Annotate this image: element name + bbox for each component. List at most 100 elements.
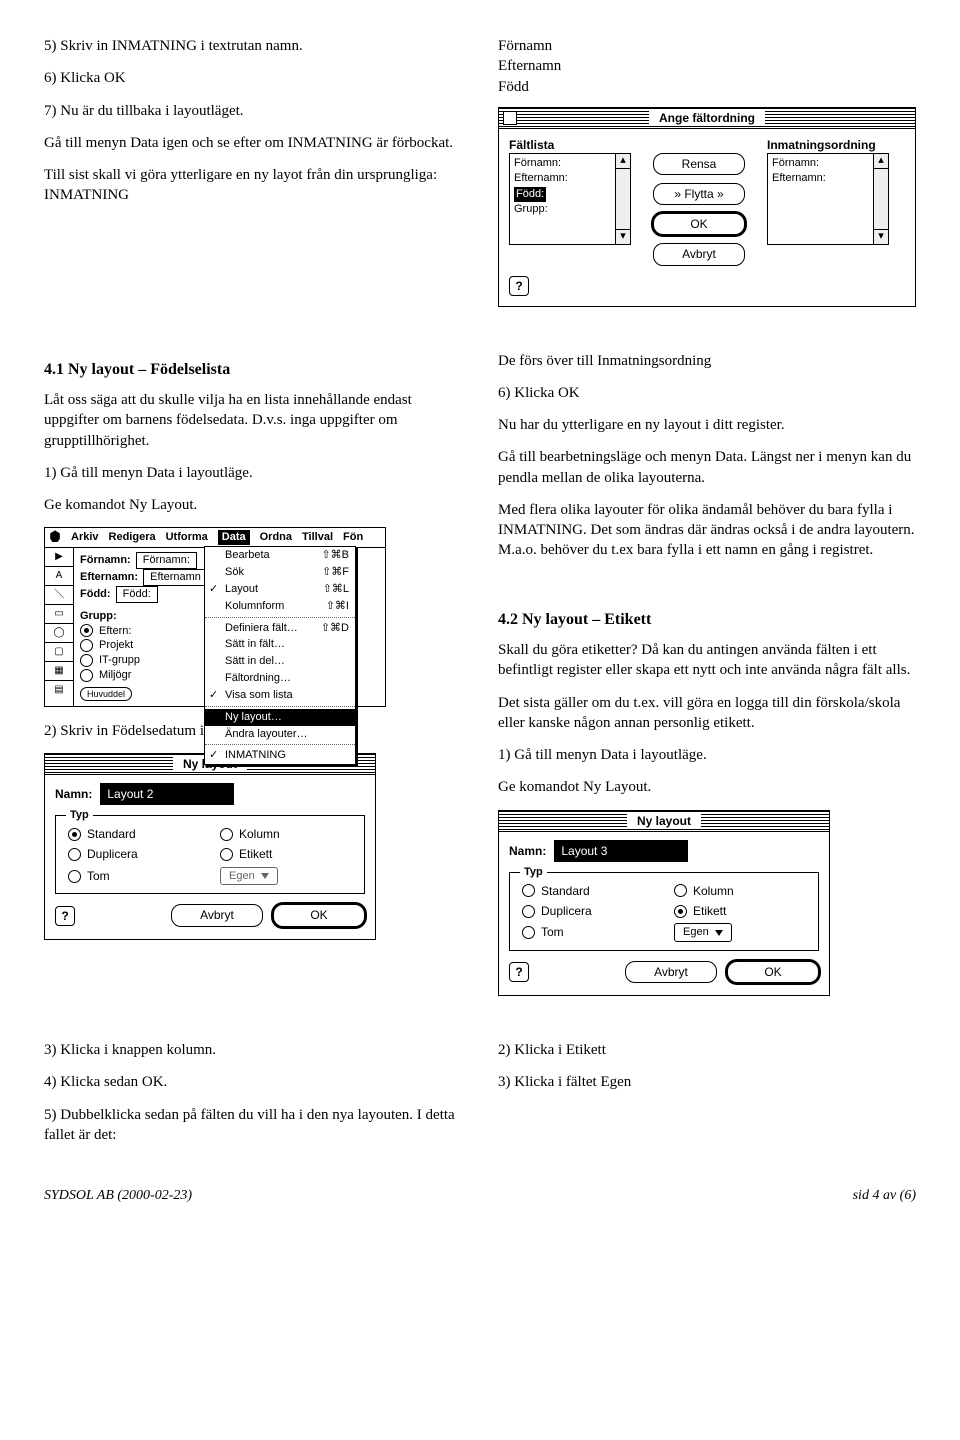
- cancel-button[interactable]: Avbryt: [171, 904, 263, 926]
- section-41-p1: Låt oss säga att du skulle vilja ha en l…: [44, 390, 462, 451]
- list-item[interactable]: Efternamn:: [772, 171, 884, 186]
- menu-item-satt-in-del[interactable]: Sätt in del…: [205, 653, 355, 670]
- rect-tool-icon[interactable]: ▭: [45, 605, 73, 624]
- radio-icon[interactable]: [80, 639, 93, 652]
- menu-arkiv[interactable]: Arkiv: [71, 530, 99, 545]
- close-icon[interactable]: [503, 111, 517, 125]
- clear-button[interactable]: Rensa: [653, 153, 745, 175]
- chevron-down-icon[interactable]: ▾: [874, 229, 888, 244]
- typ-group: Typ Standard Kolumn Duplicera Etikett To…: [509, 872, 819, 951]
- scrollbar[interactable]: ▴ ▾: [615, 154, 630, 244]
- list-item[interactable]: Grupp:: [514, 202, 626, 217]
- field-box-fornamn[interactable]: Förnamn:: [136, 552, 197, 569]
- pointer-tool-icon[interactable]: ▶: [45, 548, 73, 567]
- step2-click-etikett: 2) Klicka i Etikett: [498, 1040, 916, 1060]
- menu-redigera[interactable]: Redigera: [109, 530, 156, 545]
- list-item[interactable]: Förnamn:: [772, 156, 884, 171]
- menu-item-visa-som-lista[interactable]: Visa som lista: [205, 687, 355, 704]
- egen-dropdown[interactable]: Egen: [674, 923, 732, 942]
- menu-item-satt-in-falt[interactable]: Sätt in fält…: [205, 636, 355, 653]
- radio-label: Eftern:: [99, 624, 131, 639]
- radio-label: Miljögr: [99, 668, 131, 683]
- menu-item-kolumnform[interactable]: Kolumnform⇧⌘I: [205, 598, 355, 615]
- radio-label: Tom: [87, 868, 110, 884]
- scrollbar[interactable]: ▴ ▾: [873, 154, 888, 244]
- menu-item-bearbeta[interactable]: Bearbeta⇧⌘B: [205, 547, 355, 564]
- menu-item-definiera-falt[interactable]: Definiera fält…⇧⌘D: [205, 620, 355, 637]
- move-button[interactable]: » Flytta »: [653, 183, 745, 205]
- menu-tillval[interactable]: Tillval: [302, 530, 333, 545]
- dialog-titlebar: Ange fältordning: [499, 108, 915, 129]
- chevron-up-icon[interactable]: ▴: [874, 154, 888, 169]
- new-layout-dialog-3: Ny layout Namn: Layout 3 Typ Standard Ko…: [498, 810, 830, 997]
- section-42-p1: Skall du göra etiketter? Då kan du antin…: [498, 640, 916, 681]
- menu-item-sok[interactable]: Sök⇧⌘F: [205, 564, 355, 581]
- shortcut-label: ⇧⌘L: [323, 582, 349, 597]
- para-multi-layouts: Med flera olika layouter för olika ändam…: [498, 500, 916, 561]
- ok-button[interactable]: OK: [273, 904, 365, 926]
- radio-icon[interactable]: [80, 669, 93, 682]
- radio-etikett[interactable]: [220, 848, 233, 861]
- help-icon[interactable]: ?: [509, 276, 529, 296]
- chevron-down-icon[interactable]: ▾: [616, 229, 630, 244]
- list-item[interactable]: Efternamn:: [514, 171, 626, 186]
- cancel-button[interactable]: Avbryt: [653, 243, 745, 265]
- field-tool-icon[interactable]: ▦: [45, 662, 73, 681]
- text-tool-icon[interactable]: A: [45, 567, 73, 586]
- menu-item-faltordning[interactable]: Fältordning…: [205, 670, 355, 687]
- page-footer: SYDSOL AB (2000-02-23) sid 4 av (6): [44, 1187, 916, 1206]
- menu-item-layout[interactable]: Layout⇧⌘L: [205, 581, 355, 598]
- menu-fonster[interactable]: Fön: [343, 530, 363, 545]
- apple-icon[interactable]: [49, 530, 61, 542]
- help-icon[interactable]: ?: [509, 962, 529, 982]
- section-42-p3: 1) Gå till menyn Data i layoutläge.: [498, 745, 916, 765]
- input-order-list[interactable]: Förnamn: Efternamn: ▴ ▾: [767, 153, 889, 245]
- radio-kolumn[interactable]: [220, 828, 233, 841]
- field-box-efternamn[interactable]: Efternamn: [143, 569, 208, 586]
- field-box-fodd[interactable]: Född:: [116, 586, 158, 603]
- radio-icon[interactable]: [80, 624, 93, 637]
- radio-duplicera[interactable]: [68, 848, 81, 861]
- oval-tool-icon[interactable]: ◯: [45, 624, 73, 643]
- egen-dropdown[interactable]: Egen: [220, 867, 278, 886]
- radio-label: Etikett: [239, 846, 272, 862]
- menu-data[interactable]: Data: [218, 530, 250, 545]
- round-rect-tool-icon[interactable]: ▢: [45, 643, 73, 662]
- section-42-p2: Det sista gäller om du t.ex. vill göra e…: [498, 693, 916, 734]
- menu-item-inmatning[interactable]: INMATNING: [205, 747, 355, 764]
- name-input[interactable]: Layout 3: [554, 840, 688, 862]
- help-icon[interactable]: ?: [55, 906, 75, 926]
- radio-kolumn[interactable]: [674, 884, 687, 897]
- shortcut-label: ⇧⌘F: [322, 565, 349, 580]
- menu-separator: [205, 706, 355, 707]
- para-new-layout: Till sist skall vi göra ytterligare en n…: [44, 165, 462, 206]
- cancel-button[interactable]: Avbryt: [625, 961, 717, 983]
- menu-item-andra-layouter[interactable]: Ändra layouter…: [205, 726, 355, 743]
- radio-label: Etikett: [693, 903, 726, 919]
- section-41-p3: Ge komandot Ny Layout.: [44, 495, 462, 515]
- radio-label: Tom: [541, 924, 564, 940]
- chevron-up-icon[interactable]: ▴: [616, 154, 630, 169]
- radio-tom[interactable]: [522, 926, 535, 939]
- list-item[interactable]: Förnamn:: [514, 156, 626, 171]
- line-tool-icon[interactable]: ＼: [45, 586, 73, 605]
- part-tool-icon[interactable]: ▤: [45, 681, 73, 699]
- list-item-selected[interactable]: Född:: [514, 187, 546, 202]
- ok-button[interactable]: OK: [727, 961, 819, 983]
- radio-duplicera[interactable]: [522, 905, 535, 918]
- name-label: Namn:: [509, 843, 546, 859]
- menu-ordna[interactable]: Ordna: [260, 530, 292, 545]
- menu-utforma[interactable]: Utforma: [166, 530, 208, 545]
- shortcut-label: ⇧⌘D: [321, 621, 349, 636]
- radio-tom[interactable]: [68, 870, 81, 883]
- name-input[interactable]: Layout 2: [100, 783, 234, 805]
- dialog-titlebar: Ny layout: [499, 811, 829, 832]
- menu-item-ny-layout[interactable]: Ny layout…: [205, 709, 355, 726]
- radio-etikett[interactable]: [674, 905, 687, 918]
- radio-standard[interactable]: [68, 828, 81, 841]
- part-badge[interactable]: Huvuddel: [80, 687, 132, 701]
- field-list[interactable]: Förnamn: Efternamn: Född: Grupp: ▴ ▾: [509, 153, 631, 245]
- radio-standard[interactable]: [522, 884, 535, 897]
- ok-button[interactable]: OK: [653, 213, 745, 235]
- radio-icon[interactable]: [80, 654, 93, 667]
